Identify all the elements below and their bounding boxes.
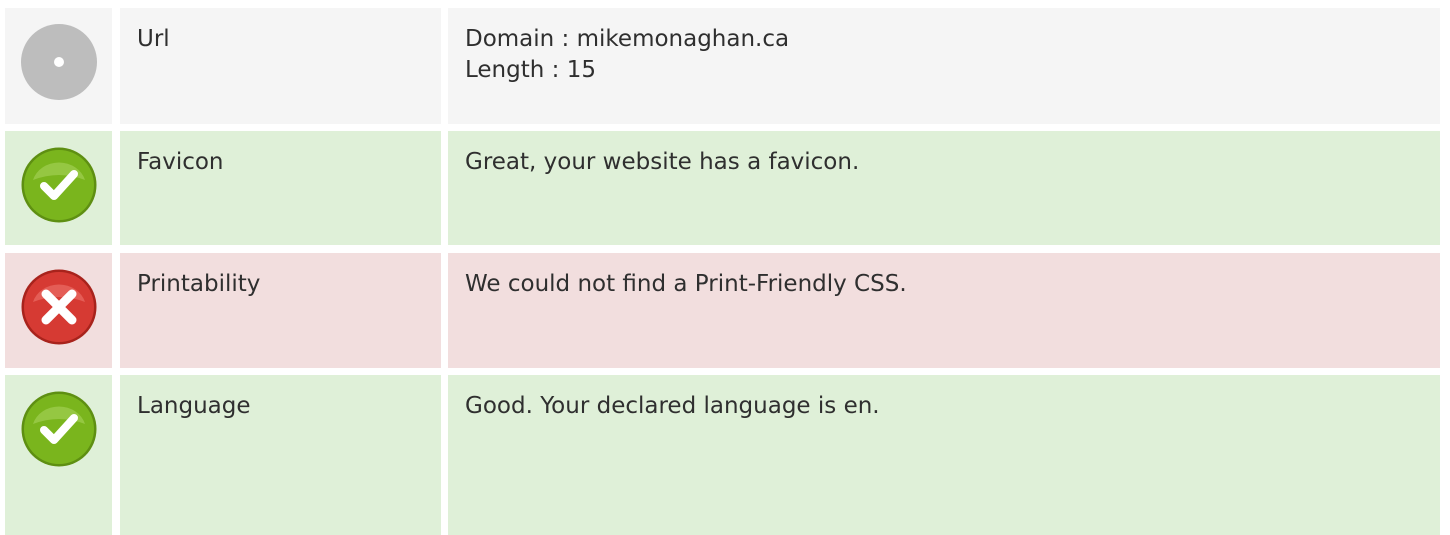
- status-cell: [5, 375, 112, 535]
- value-cell: We could not find a Print-Friendly CSS.: [448, 253, 1440, 368]
- value-cell: Good. Your declared language is en.: [448, 375, 1440, 535]
- row-value: Domain : mikemonaghan.ca Length : 15: [465, 24, 789, 86]
- label-cell: Language: [120, 375, 441, 535]
- value-cell: Domain : mikemonaghan.ca Length : 15: [448, 8, 1440, 124]
- length-text: Length : 15: [465, 57, 596, 83]
- language-row: Language Good. Your declared language is…: [5, 375, 1440, 535]
- label-cell: Favicon: [120, 131, 441, 245]
- printability-row: Printability We could not find a Print-F…: [5, 253, 1440, 368]
- row-value: We could not find a Print-Friendly CSS.: [465, 271, 907, 297]
- value-cell: Great, your website has a favicon.: [448, 131, 1440, 245]
- url-row: Url Domain : mikemonaghan.ca Length : 15: [5, 8, 1440, 124]
- row-value: Good. Your declared language is en.: [465, 393, 880, 419]
- domain-text: Domain : mikemonaghan.ca: [465, 26, 790, 52]
- checkmark-icon: [20, 146, 98, 224]
- seo-audit-table: Url Domain : mikemonaghan.ca Length : 15…: [0, 0, 1450, 535]
- label-cell: Url: [120, 8, 441, 124]
- row-label: Language: [137, 393, 251, 419]
- row-value: Great, your website has a favicon.: [465, 149, 860, 175]
- status-cell: [5, 131, 112, 245]
- info-circle-icon: [20, 23, 98, 101]
- row-label: Printability: [137, 271, 261, 297]
- favicon-row: Favicon Great, your website has a favico…: [5, 131, 1440, 245]
- status-cell: [5, 8, 112, 124]
- status-cell: [5, 253, 112, 368]
- label-cell: Printability: [120, 253, 441, 368]
- cross-icon: [20, 268, 98, 346]
- checkmark-icon: [20, 390, 98, 468]
- row-label: Favicon: [137, 149, 224, 175]
- row-label: Url: [137, 26, 170, 52]
